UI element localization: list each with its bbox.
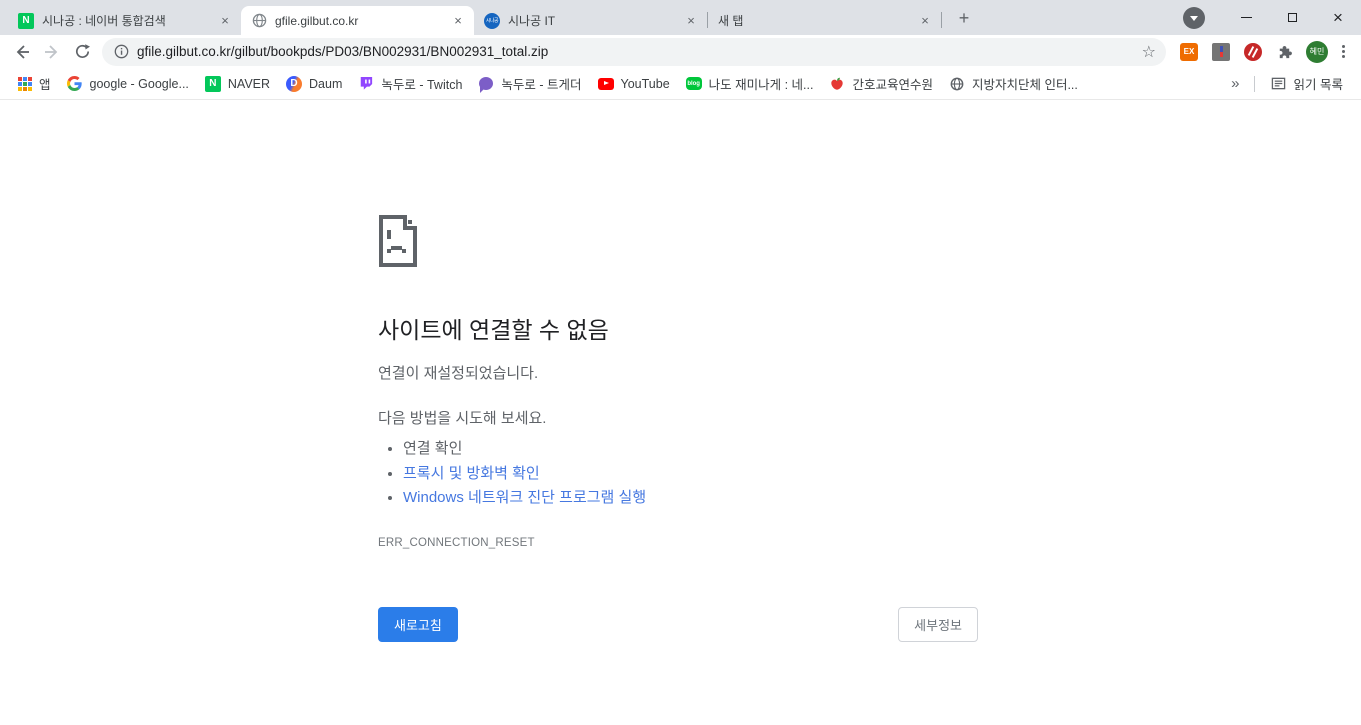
bookmark-youtube[interactable]: YouTube bbox=[590, 73, 678, 95]
error-title: 사이트에 연결할 수 없음 bbox=[378, 311, 978, 345]
profile-avatar[interactable]: 혜민 bbox=[1306, 41, 1328, 63]
new-tab-button[interactable]: + bbox=[950, 5, 978, 33]
back-button[interactable] bbox=[8, 38, 36, 66]
close-button[interactable]: × bbox=[1315, 0, 1361, 35]
reading-list-icon bbox=[1271, 76, 1287, 92]
bookmark-label: YouTube bbox=[621, 77, 670, 91]
address-bar[interactable]: gfile.gilbut.co.kr/gilbut/bookpds/PD03/B… bbox=[102, 38, 1166, 66]
bookmark-label: Daum bbox=[309, 77, 342, 91]
window-controls: × bbox=[1183, 0, 1361, 35]
tab-close-icon[interactable]: × bbox=[683, 13, 699, 29]
tab-sinagong-it[interactable]: 시나공 시나공 IT × bbox=[474, 6, 707, 35]
bookmark-daum[interactable]: D Daum bbox=[278, 73, 350, 95]
suggestion-item: Windows 네트워크 진단 프로그램 실행 bbox=[403, 486, 978, 511]
close-icon: × bbox=[1333, 9, 1343, 26]
error-message: 연결이 재설정되었습니다. bbox=[378, 362, 978, 383]
speech-bubble-icon bbox=[478, 76, 494, 92]
bookmark-label: 앱 bbox=[39, 74, 51, 93]
media-controls-button[interactable] bbox=[1183, 7, 1205, 29]
reload-button[interactable]: 새로고침 bbox=[378, 607, 458, 642]
restore-button[interactable] bbox=[1269, 0, 1315, 35]
windows-diagnostics-link[interactable]: Windows 네트워크 진단 프로그램 실행 bbox=[403, 489, 646, 506]
reading-list-label: 읽기 목록 bbox=[1294, 74, 1343, 93]
error-container: 사이트에 연결할 수 없음 연결이 재설정되었습니다. 다음 방법을 시도해 보… bbox=[378, 100, 978, 642]
tab-title: 새 탭 bbox=[718, 12, 909, 29]
bookmark-nurse-edu[interactable]: 간호교육연수원 bbox=[821, 71, 941, 96]
suggestion-item: 프록시 및 방화벽 확인 bbox=[403, 462, 978, 487]
toolbar: gfile.gilbut.co.kr/gilbut/bookpds/PD03/B… bbox=[0, 35, 1361, 68]
bookmark-tgd[interactable]: 녹두로 - 트게더 bbox=[470, 71, 589, 96]
bookmark-twitch[interactable]: 녹두로 - Twitch bbox=[350, 71, 470, 96]
suggestion-intro: 다음 방법을 시도해 보세요. bbox=[378, 407, 978, 428]
youtube-icon bbox=[598, 76, 614, 92]
refresh-button[interactable] bbox=[68, 38, 96, 66]
error-actions: 새로고침 세부정보 bbox=[378, 607, 978, 642]
bookmarks-bar: 앱 google - Google... N NAVER D Daum 녹두로 … bbox=[0, 68, 1361, 100]
bookmark-google[interactable]: google - Google... bbox=[59, 73, 197, 95]
tab-gfile-active[interactable]: gfile.gilbut.co.kr × bbox=[241, 6, 474, 35]
apps-grid-icon bbox=[18, 77, 32, 91]
divider bbox=[1254, 76, 1255, 92]
bookmark-label: 녹두로 - 트게더 bbox=[501, 74, 581, 93]
google-g-icon bbox=[67, 76, 83, 92]
url-text[interactable]: gfile.gilbut.co.kr/gilbut/bookpds/PD03/B… bbox=[137, 44, 1134, 59]
suggestion-list: 연결 확인 프록시 및 방화벽 확인 Windows 네트워크 진단 프로그램 … bbox=[378, 437, 978, 511]
page-info-icon[interactable] bbox=[114, 44, 129, 59]
reading-list-button[interactable]: 읽기 목록 bbox=[1263, 71, 1351, 96]
restore-icon bbox=[1288, 13, 1297, 22]
tab-new-tab[interactable]: 새 탭 × bbox=[708, 6, 941, 35]
refresh-icon bbox=[74, 43, 91, 60]
minimize-icon bbox=[1241, 17, 1252, 18]
tab-separator bbox=[941, 12, 942, 28]
twitch-icon bbox=[358, 76, 374, 92]
error-code: ERR_CONNECTION_RESET bbox=[378, 537, 978, 549]
bookmark-star-icon[interactable]: ☆ bbox=[1142, 42, 1156, 62]
forward-icon bbox=[43, 43, 61, 61]
sinagong-favicon: 시나공 bbox=[484, 13, 500, 29]
tab-title: 시나공 IT bbox=[508, 12, 675, 29]
bookmark-label: 나도 재미나게 : 네... bbox=[709, 74, 814, 93]
proxy-firewall-link[interactable]: 프록시 및 방화벽 확인 bbox=[403, 465, 540, 482]
bookmark-label: 지방자치단체 인터... bbox=[972, 74, 1078, 93]
tab-title: 시나공 : 네이버 통합검색 bbox=[42, 12, 209, 29]
extensions-puzzle-icon[interactable] bbox=[1270, 38, 1298, 66]
extension-bar-icon[interactable] bbox=[1212, 43, 1230, 61]
bookmark-naver[interactable]: N NAVER bbox=[197, 73, 278, 95]
naver-icon: N bbox=[205, 76, 221, 92]
back-icon bbox=[13, 43, 31, 61]
bookmarks-overflow-button[interactable]: » bbox=[1225, 75, 1245, 92]
globe-favicon bbox=[251, 13, 267, 29]
minimize-button[interactable] bbox=[1223, 0, 1269, 35]
page-content: 사이트에 연결할 수 없음 연결이 재설정되었습니다. 다음 방법을 시도해 보… bbox=[0, 100, 1361, 725]
blog-icon: blog bbox=[686, 77, 702, 90]
bookmark-label: google - Google... bbox=[90, 77, 189, 91]
bookmark-apps[interactable]: 앱 bbox=[10, 71, 59, 96]
bookmark-label: 녹두로 - Twitch bbox=[381, 74, 462, 93]
tab-naver-search[interactable]: N 시나공 : 네이버 통합검색 × bbox=[8, 6, 241, 35]
daum-icon: D bbox=[286, 76, 302, 92]
suggestion-item: 연결 확인 bbox=[403, 437, 978, 462]
bookmark-local-gov[interactable]: 지방자치단체 인터... bbox=[941, 71, 1086, 96]
apple-icon bbox=[829, 76, 845, 92]
bookmark-naver-blog[interactable]: blog 나도 재미나게 : 네... bbox=[678, 71, 822, 96]
bookmark-label: 간호교육연수원 bbox=[852, 74, 933, 93]
globe-icon bbox=[949, 76, 965, 92]
browser-menu-icon[interactable] bbox=[1342, 45, 1345, 58]
forward-button[interactable] bbox=[38, 38, 66, 66]
chevron-down-icon bbox=[1190, 16, 1198, 21]
tab-close-icon[interactable]: × bbox=[217, 13, 233, 29]
details-button[interactable]: 세부정보 bbox=[898, 607, 978, 642]
sad-file-icon bbox=[378, 215, 418, 267]
extension-red-icon[interactable] bbox=[1244, 43, 1262, 61]
tab-close-icon[interactable]: × bbox=[917, 13, 933, 29]
tab-title: gfile.gilbut.co.kr bbox=[275, 14, 442, 28]
bookmark-label: NAVER bbox=[228, 77, 270, 91]
naver-favicon: N bbox=[18, 13, 34, 29]
tab-close-icon[interactable]: × bbox=[450, 13, 466, 29]
extension-ex-icon[interactable]: EX bbox=[1180, 43, 1198, 61]
tab-strip: N 시나공 : 네이버 통합검색 × gfile.gilbut.co.kr × … bbox=[0, 0, 1361, 35]
